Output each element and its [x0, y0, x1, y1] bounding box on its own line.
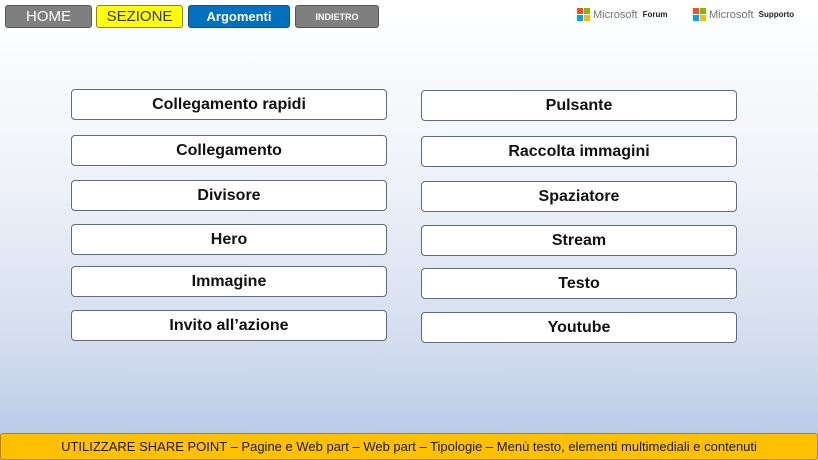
topic-pulsante[interactable]: Pulsante	[421, 90, 737, 121]
topic-testo[interactable]: Testo	[421, 268, 737, 299]
topic-invito-allazione[interactable]: Invito all’azione	[71, 310, 387, 341]
indietro-button[interactable]: INDIETRO	[295, 5, 379, 28]
topic-youtube[interactable]: Youtube	[421, 312, 737, 343]
topic-hero[interactable]: Hero	[71, 224, 387, 255]
topic-collegamento[interactable]: Collegamento	[71, 135, 387, 166]
footer-breadcrumb: UTILIZZARE SHARE POINT – Pagine e Web pa…	[0, 433, 818, 460]
microsoft-logo-icon	[577, 8, 590, 21]
microsoft-supporto-link[interactable]: Microsoft Supporto	[693, 8, 794, 21]
topic-stream[interactable]: Stream	[421, 225, 737, 256]
topic-collegamento-rapidi[interactable]: Collegamento rapidi	[71, 89, 387, 120]
sezione-button[interactable]: SEZIONE	[96, 5, 183, 28]
topic-divisore[interactable]: Divisore	[71, 180, 387, 211]
supporto-label: Supporto	[758, 10, 795, 19]
forum-label: Forum	[642, 10, 668, 19]
microsoft-logo-icon	[693, 8, 706, 21]
microsoft-wordmark: Microsoft	[709, 8, 754, 21]
microsoft-wordmark: Microsoft	[593, 8, 638, 21]
topic-raccolta-immagini[interactable]: Raccolta immagini	[421, 136, 737, 167]
topic-spaziatore[interactable]: Spaziatore	[421, 181, 737, 212]
topic-immagine[interactable]: Immagine	[71, 266, 387, 297]
home-button[interactable]: HOME	[5, 5, 92, 28]
argomenti-button[interactable]: Argomenti	[188, 5, 290, 28]
microsoft-forum-link[interactable]: Microsoft Forum	[577, 8, 668, 21]
